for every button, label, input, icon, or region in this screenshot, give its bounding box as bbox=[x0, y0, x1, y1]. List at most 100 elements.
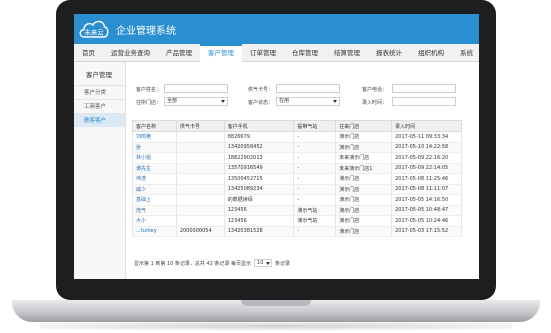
table-row[interactable]: ...turkey 2000000054 13420381528 - 演示门店 … bbox=[132, 226, 462, 237]
table-cell: 2017-05-05 10:24:46 bbox=[391, 215, 462, 227]
column-header-store[interactable]: 往来门店 bbox=[335, 120, 393, 132]
customer-name-link[interactable]: 茂气 bbox=[132, 205, 177, 216]
table-row[interactable]: 刘鸣艳 8826679 - 演示门店 2017-05-11 09:33:34 bbox=[132, 131, 462, 143]
table-cell: 演示门店 bbox=[335, 205, 393, 216]
nav-item-orders[interactable]: 订单管理 bbox=[242, 44, 284, 62]
cloud-logo-icon[interactable]: 未来云 bbox=[78, 17, 110, 41]
sidebar-item-individual-customers[interactable]: 散客客户 bbox=[74, 113, 125, 127]
gas-card-label: 供气卡号： bbox=[248, 87, 274, 93]
store-select-value: 全部 bbox=[167, 98, 178, 104]
customer-phone-label: 客户电话： bbox=[362, 87, 388, 93]
customer-status-value: 在用 bbox=[279, 98, 290, 104]
customer-name-link[interactable]: 张 bbox=[132, 142, 177, 153]
customer-name-link[interactable]: 刘鸣艳 bbox=[132, 131, 177, 143]
table-row[interactable]: 大小 123456 演示气站 演示门店 2017-05-05 10:24:46 bbox=[132, 215, 462, 227]
store-label: 往所门店： bbox=[136, 100, 162, 106]
table-row[interactable]: 基础上 的数据读佰 - 演示门店 2017-05-05 14:16:50 bbox=[132, 194, 462, 206]
column-header-station[interactable]: 提带气站 bbox=[293, 120, 337, 132]
table-cell: - bbox=[293, 226, 337, 237]
nav-item-home[interactable]: 首页 bbox=[74, 44, 103, 62]
app-title: 企业管理系统 bbox=[116, 26, 176, 37]
customer-name-link[interactable]: 威少 bbox=[132, 184, 177, 195]
table-cell bbox=[175, 205, 225, 216]
column-header-card[interactable]: 供气卡号 bbox=[175, 120, 225, 132]
table-cell: 13420381528 bbox=[223, 226, 295, 237]
customer-name-link[interactable]: ...turkey bbox=[132, 226, 177, 237]
pagination-summary: 显示第 1 到第 10 条记录，总共 42 条记录 每页显示 bbox=[134, 260, 252, 267]
nav-item-reports[interactable]: 报表统计 bbox=[368, 44, 410, 62]
table-cell: 2017-05-05 14:16:50 bbox=[391, 194, 462, 206]
entry-time-label: 录入时间： bbox=[362, 100, 388, 106]
table-row[interactable]: 威少 13425089234 - 演示门店 2017-05-08 11:11:0… bbox=[132, 184, 462, 195]
chevron-down-icon bbox=[333, 100, 337, 103]
table-cell: - bbox=[293, 142, 337, 153]
table-cell: 2017-05-08 11:11:07 bbox=[391, 184, 462, 195]
gas-card-input[interactable] bbox=[276, 84, 340, 93]
entry-time-input[interactable] bbox=[392, 97, 456, 106]
page-size-select[interactable]: 10 bbox=[254, 259, 273, 267]
table-cell: - bbox=[293, 184, 337, 195]
table-header-row: 客户名称 供气卡号 客户手机 提带气站 往来门店 录入时间 bbox=[132, 120, 462, 132]
sidebar-item-business-customers[interactable]: 工商客户 bbox=[74, 99, 125, 113]
table-cell: 演示门店 bbox=[335, 131, 393, 143]
table-cell: 2017-05-10 14:22:58 bbox=[391, 142, 462, 153]
customer-phone-input[interactable] bbox=[392, 84, 456, 93]
table-cell: - bbox=[293, 163, 337, 174]
table-row[interactable]: 谭先生 13570916549 - 未来演示门店1 2017-05-09 22:… bbox=[132, 163, 462, 174]
nav-item-business-query[interactable]: 运营业务查询 bbox=[103, 44, 158, 62]
column-header-time[interactable]: 录入时间 bbox=[391, 120, 462, 132]
customer-name-link[interactable]: 基础上 bbox=[132, 194, 177, 206]
laptop-shadow bbox=[40, 322, 512, 330]
customer-name-label: 客户姓名： bbox=[136, 87, 162, 93]
nav-item-warehouse[interactable]: 仓库管理 bbox=[284, 44, 326, 62]
table-row[interactable]: 茂气 123456 演示气站 演示门店 2017-05-05 10:48:47 bbox=[132, 205, 462, 216]
table-cell: 2017-05-11 09:33:34 bbox=[391, 131, 462, 143]
customer-name-link[interactable]: 大小 bbox=[132, 215, 177, 227]
app-header: 未来云 企业管理系统 bbox=[74, 14, 479, 44]
nav-item-products[interactable]: 产品管理 bbox=[158, 44, 200, 62]
table-cell: - bbox=[293, 194, 337, 206]
customer-name-link[interactable]: 谭先生 bbox=[132, 163, 177, 174]
customer-status-select[interactable]: 在用 bbox=[276, 97, 340, 106]
table-cell: 的数据读佰 bbox=[223, 194, 295, 206]
sidebar-item-customer-category[interactable]: 客户分类 bbox=[74, 85, 125, 99]
customer-name-link[interactable]: 林小姐 bbox=[132, 152, 177, 164]
customer-name-input[interactable] bbox=[164, 84, 228, 93]
table-cell: 13425089234 bbox=[223, 184, 295, 195]
table-cell: 13570916549 bbox=[223, 163, 295, 174]
table-cell: 2017-05-05 10:48:47 bbox=[391, 205, 462, 216]
nav-item-organization[interactable]: 组织机构 bbox=[410, 44, 452, 62]
table-row[interactable]: 林小姐 18822902013 - 未来演示门店 2017-05-09 22:1… bbox=[132, 152, 462, 164]
table-cell: 演示门店 bbox=[335, 173, 393, 185]
table-cell bbox=[175, 184, 225, 195]
nav-item-customers[interactable]: 客户管理 bbox=[200, 44, 242, 62]
table-cell: - bbox=[293, 173, 337, 185]
table-row[interactable]: 伟浩 13500452715 - 演示门店 2017-05-08 11:25:4… bbox=[132, 173, 462, 185]
table-cell: 18822902013 bbox=[223, 152, 295, 164]
table-row[interactable]: 张 13420958452 - 演示门店 2017-05-10 14:22:58 bbox=[132, 142, 462, 153]
customer-table: 客户名称 供气卡号 客户手机 提带气站 往来门店 录入时间 刘鸣艳 882667… bbox=[132, 120, 462, 237]
main-content: 客户姓名： 供气卡号： 客户电话： 往所门店： 全部 客户状态： 在用 录入时间… bbox=[130, 62, 479, 279]
table-cell: 8826679 bbox=[223, 131, 295, 143]
sidebar-title: 客户管理 bbox=[86, 71, 112, 79]
table-cell: 2000000054 bbox=[175, 226, 225, 237]
table-cell bbox=[175, 131, 225, 143]
table-cell bbox=[175, 152, 225, 164]
table-cell: 2017-05-03 17:15:52 bbox=[391, 226, 462, 237]
column-header-phone[interactable]: 客户手机 bbox=[223, 120, 295, 132]
screen: 未来云 企业管理系统 首页 运营业务查询 产品管理 客户管理 订单管理 仓库管理… bbox=[74, 14, 479, 279]
table-cell: 演示门店 bbox=[335, 226, 393, 237]
logo-text: 未来云 bbox=[84, 28, 104, 37]
nav-item-settlement[interactable]: 结算管理 bbox=[326, 44, 368, 62]
laptop-notch bbox=[241, 300, 311, 306]
table-cell: 未来演示门店1 bbox=[335, 163, 393, 174]
table-cell: - bbox=[293, 152, 337, 164]
chevron-down-icon bbox=[221, 100, 225, 103]
table-cell: 演示门店 bbox=[335, 194, 393, 206]
customer-name-link[interactable]: 伟浩 bbox=[132, 173, 177, 185]
store-select[interactable]: 全部 bbox=[164, 97, 228, 106]
column-header-name[interactable]: 客户名称 bbox=[132, 120, 177, 132]
table-cell: 123456 bbox=[223, 205, 295, 216]
table-cell bbox=[175, 194, 225, 206]
nav-item-system[interactable]: 系统 bbox=[452, 44, 479, 62]
